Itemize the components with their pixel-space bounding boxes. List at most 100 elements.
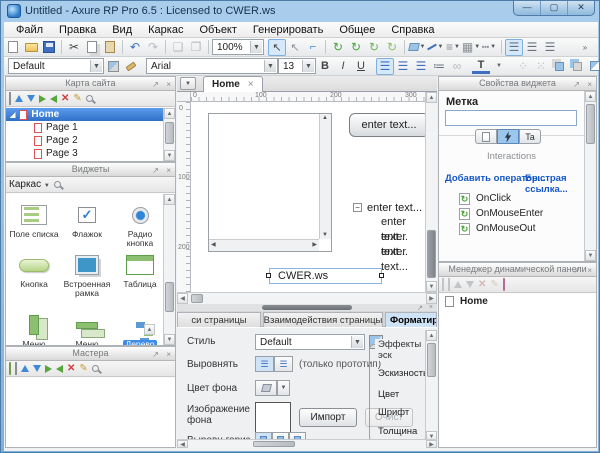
menu-file[interactable]: Файл — [8, 23, 51, 37]
widgets-scrollbar[interactable]: ▲ ▼ — [163, 194, 175, 345]
widget-tree[interactable]: Дерево — [115, 312, 163, 345]
search-masters-icon[interactable] — [92, 365, 99, 372]
style-editor-icon[interactable] — [104, 58, 122, 75]
delete-state-icon[interactable]: ✕ — [478, 280, 486, 290]
canvas-button-widget[interactable]: enter text... — [349, 113, 425, 137]
sitemap-item-page1[interactable]: Page 1 — [6, 121, 163, 134]
scroll-thumb[interactable] — [427, 343, 436, 377]
import-button[interactable]: Импорт — [299, 408, 357, 427]
scroll-down-icon[interactable]: ▼ — [585, 250, 596, 261]
align-objects-left-icon[interactable]: ☰ — [505, 39, 523, 56]
move-up-icon[interactable] — [454, 281, 462, 288]
scroll-down-icon[interactable]: ▼ — [164, 150, 175, 161]
maximize-button[interactable]: ▢ — [541, 1, 568, 15]
line-width-icon[interactable]: ≡▼ — [444, 39, 462, 56]
line-style-icon[interactable]: ┅▼ — [480, 39, 498, 56]
underline-icon[interactable]: U — [352, 58, 370, 75]
outdent-icon[interactable] — [56, 365, 63, 373]
ungroup-icon[interactable]: ❐ — [187, 39, 205, 56]
scroll-down-icon[interactable]: ▼ — [426, 281, 437, 292]
indent-icon[interactable] — [45, 365, 52, 373]
edit-state-icon[interactable]: ✎ — [490, 280, 498, 290]
expander-icon[interactable]: ◢ — [10, 111, 15, 119]
tab-formatting-icon[interactable]: Ta — [519, 129, 541, 144]
scroll-thumb[interactable] — [253, 441, 295, 447]
add-state-icon[interactable] — [442, 280, 444, 290]
tree-collapse-icon[interactable]: − — [353, 203, 362, 212]
move-down-icon[interactable] — [33, 365, 41, 372]
bottompanel-popout-icon[interactable]: ↗ — [417, 304, 423, 312]
save-icon[interactable] — [40, 39, 58, 56]
sitemap-scrollbar[interactable]: ▲ ▼ — [163, 108, 175, 161]
move-down-icon[interactable] — [27, 95, 35, 102]
menu-object[interactable]: Объект — [191, 23, 244, 37]
event-onclick[interactable]: ↻OnClick — [439, 191, 584, 206]
text-color-dropdown-icon[interactable]: ▼ — [490, 58, 508, 75]
bullet-list-icon[interactable]: ≔ — [430, 58, 448, 75]
widgets-close-icon[interactable]: × — [166, 164, 171, 177]
canvas-inline-frame-widget[interactable]: ▲ ▼ ◀ ▶ — [208, 113, 332, 252]
selection-handle-right[interactable] — [379, 273, 384, 278]
tab-page-formatting[interactable]: Форматирование стр — [385, 312, 437, 327]
selection-handle-left[interactable] — [266, 273, 271, 278]
widget-radio[interactable]: Радио кнопка — [115, 202, 163, 248]
canvas-vscrollbar[interactable]: ▲ ▼ — [425, 92, 437, 292]
generate-specification-icon[interactable]: ↻ — [347, 39, 365, 56]
align-objects-center-icon[interactable]: ☰ — [523, 39, 541, 56]
scroll-thumb[interactable] — [165, 122, 174, 144]
widget-iframe[interactable]: Встроенная рамка — [62, 252, 112, 298]
widget-menu-vertical[interactable]: Меню (вертик.) — [9, 312, 59, 345]
tab-annotations-icon[interactable] — [475, 129, 497, 144]
panel-folder-icon[interactable] — [503, 280, 505, 290]
sitemap-item-page2[interactable]: Page 2 — [6, 134, 163, 147]
scroll-thumb[interactable] — [427, 230, 436, 278]
scroll-up-icon[interactable]: ▲ — [164, 194, 175, 205]
tree-child[interactable]: enter text... — [353, 230, 425, 245]
edit-master-icon[interactable]: ✎ — [79, 364, 87, 374]
delete-master-icon[interactable]: ✕ — [67, 364, 75, 374]
edit-page-icon[interactable]: ✎ — [73, 94, 81, 104]
properties-scrollbar[interactable]: ▲ ▼ — [584, 91, 596, 261]
sitemap-item-home[interactable]: ◢ Home — [6, 108, 163, 121]
generate-other-icon[interactable]: ↻ — [383, 39, 401, 56]
properties-close-icon[interactable]: × — [587, 78, 592, 91]
font-size-select[interactable]: 13▼ — [278, 58, 316, 74]
add-page-icon[interactable] — [9, 94, 11, 104]
event-onmouseout[interactable]: ↻OnMouseOut — [439, 221, 584, 236]
page-align-left-icon[interactable]: ☰ — [255, 356, 274, 372]
widget-listbox[interactable]: Поле списка — [9, 202, 59, 239]
undo-icon[interactable]: ↶ — [126, 39, 144, 56]
move-up-icon[interactable] — [15, 95, 23, 102]
sitemap-close-icon[interactable]: × — [166, 78, 171, 91]
zoom-select[interactable]: 100%▼ — [212, 39, 264, 55]
bg-color-control[interactable]: ▼ — [255, 380, 290, 396]
masters-close-icon[interactable]: × — [166, 348, 171, 361]
generate-word-icon[interactable]: ↻ — [365, 39, 383, 56]
event-onmouseenter[interactable]: ↻OnMouseEnter — [439, 206, 584, 221]
link-icon[interactable]: ∞ — [448, 58, 466, 75]
sitemap-popout-icon[interactable]: ↗ — [152, 78, 159, 91]
scroll-up-icon[interactable]: ▲ — [585, 91, 596, 102]
add-folder-icon[interactable] — [9, 364, 11, 374]
pointer-tool-icon[interactable]: ↖ — [268, 39, 286, 56]
search-pages-icon[interactable] — [86, 95, 93, 102]
connector-tool-icon[interactable]: ⌐ — [304, 39, 322, 56]
tab-home[interactable]: Home × — [203, 76, 263, 92]
bring-front-icon[interactable] — [550, 58, 568, 75]
splitter-handle[interactable] — [262, 305, 352, 310]
canvas-selected-label-widget[interactable]: CWER.ws — [269, 268, 382, 284]
align-distribute-icon[interactable]: ⁘ — [514, 58, 532, 75]
page-align-center-icon[interactable]: ☰ — [274, 356, 293, 372]
masters-list[interactable] — [6, 378, 175, 447]
dynpanel-popout-icon[interactable]: ↗ — [573, 264, 580, 277]
close-button[interactable]: ✕ — [568, 1, 594, 15]
tree-child[interactable]: enter text... — [353, 245, 425, 260]
scroll-up-icon[interactable]: ▲ — [426, 92, 437, 103]
dynpanel-item-home[interactable]: Home — [439, 294, 596, 309]
widget-checkbox[interactable]: ✓Флажок — [62, 202, 112, 239]
duplicate-state-icon[interactable] — [448, 280, 450, 290]
copy-icon[interactable] — [83, 39, 101, 56]
tab-list-dropdown-icon[interactable]: ▼ — [180, 77, 196, 90]
italic-icon[interactable]: I — [334, 58, 352, 75]
new-icon[interactable] — [4, 39, 22, 56]
